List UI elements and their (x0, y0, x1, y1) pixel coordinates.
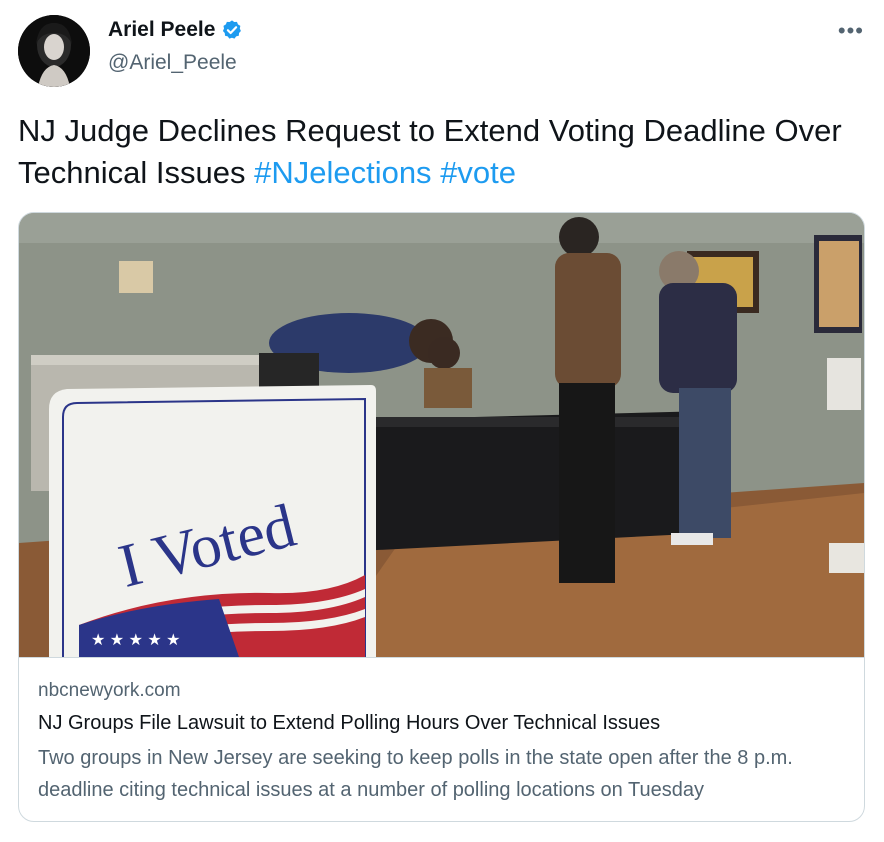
card-domain: nbcnewyork.com (38, 680, 181, 701)
tweet-text: NJ Judge Declines Request to Extend Voti… (18, 110, 868, 194)
card-image[interactable]: I Voted ★ ★ ★ ★ ★ (19, 213, 864, 657)
i-voted-sign: I Voted ★ ★ ★ ★ ★ (49, 385, 376, 657)
profile-photo (18, 15, 90, 87)
link-card[interactable]: I Voted ★ ★ ★ ★ ★ nbcnewyork.com NJ Grou… (18, 212, 865, 822)
svg-text:★ ★ ★ ★ ★: ★ ★ ★ ★ ★ (91, 632, 181, 649)
author-handle[interactable]: @Ariel_Peele (108, 51, 237, 75)
card-title: NJ Groups File Lawsuit to Extend Polling… (38, 712, 661, 734)
author-name[interactable]: Ariel Peele (108, 18, 243, 42)
hashtag-vote[interactable]: #vote (440, 155, 516, 190)
verified-badge-icon (223, 20, 242, 39)
more-horizontal-icon: ••• (837, 18, 864, 43)
more-options-button[interactable]: ••• (838, 18, 864, 44)
hashtag-njelections[interactable]: #NJelections (254, 155, 431, 190)
card-description: Two groups in New Jersey are seeking to … (38, 747, 793, 801)
card-meta[interactable]: nbcnewyork.com NJ Groups File Lawsuit to… (19, 657, 864, 821)
avatar[interactable] (18, 15, 90, 87)
author-name-text[interactable]: Ariel Peele (108, 18, 215, 42)
